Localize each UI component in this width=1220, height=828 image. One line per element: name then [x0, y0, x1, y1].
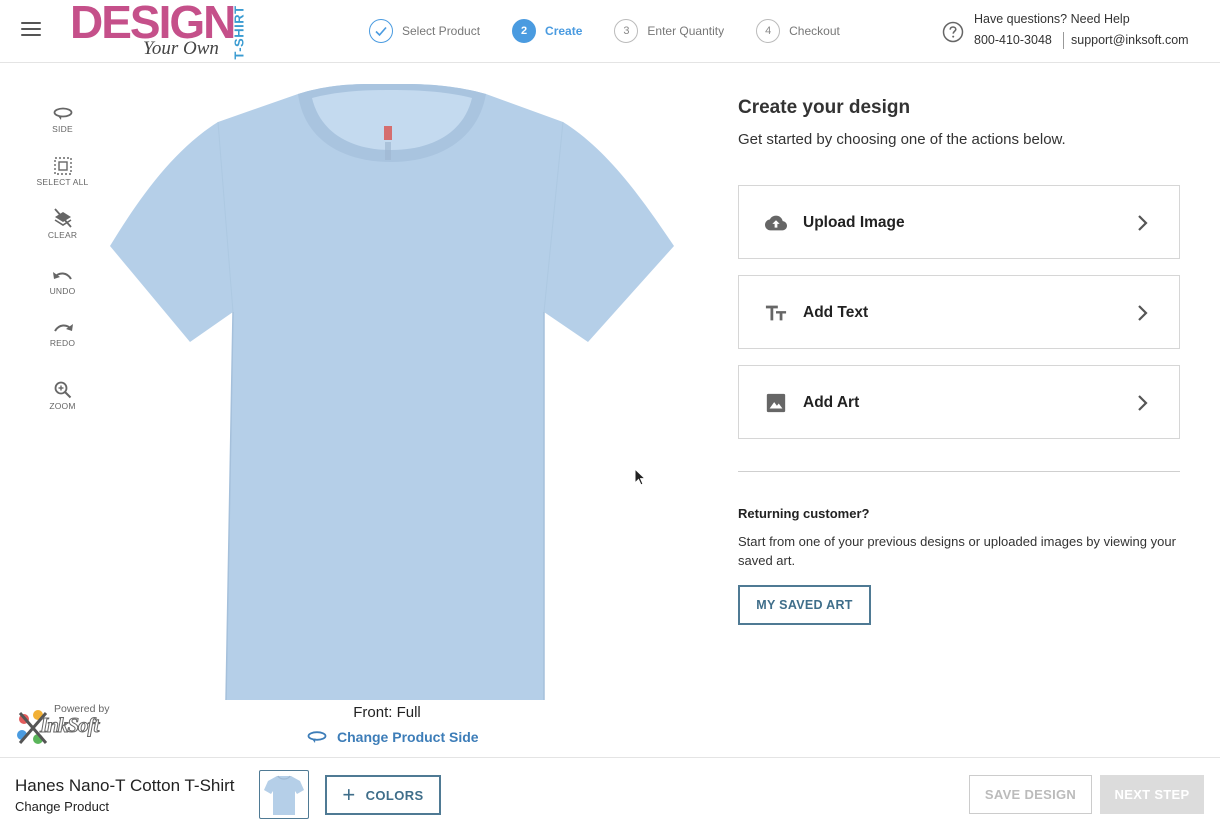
- tool-label: ZOOM: [49, 401, 76, 411]
- step-label: Enter Quantity: [647, 24, 725, 38]
- tool-label: UNDO: [49, 286, 76, 296]
- divider: [1063, 32, 1064, 49]
- image-icon: [766, 393, 786, 413]
- change-product-side-link[interactable]: Change Product Side: [306, 729, 479, 745]
- help-email[interactable]: support@inksoft.com: [1071, 33, 1189, 47]
- redo-icon: [53, 324, 73, 332]
- step-create[interactable]: 2 Create: [512, 19, 582, 43]
- upload-cloud-icon: [765, 215, 787, 231]
- side-tool-button[interactable]: SIDE: [30, 106, 95, 134]
- step-label: Select Product: [402, 24, 481, 38]
- step-number: 2: [512, 19, 537, 43]
- select-all-tool-button[interactable]: SELECT ALL: [30, 157, 95, 187]
- my-saved-art-button[interactable]: MY SAVED ART: [738, 585, 871, 625]
- step-number: 3: [614, 19, 639, 43]
- redo-tool-button[interactable]: REDO: [30, 322, 95, 348]
- product-side-label: Front: Full: [353, 704, 421, 721]
- clear-tool-button[interactable]: CLEAR: [30, 208, 95, 240]
- footer-bar: Hanes Nano-T Cotton T-Shirt Change Produ…: [0, 757, 1220, 828]
- step-label: Create: [545, 24, 583, 38]
- change-side-label: Change Product Side: [337, 729, 479, 745]
- action-label: Add Art: [803, 394, 860, 411]
- returning-customer-title: Returning customer?: [738, 506, 870, 521]
- tool-label: CLEAR: [47, 230, 78, 240]
- mouse-cursor-icon: [634, 468, 646, 486]
- help-icon[interactable]: [942, 21, 964, 43]
- check-icon: [369, 19, 393, 43]
- help-question: Have questions? Need Help: [974, 12, 1130, 26]
- plus-icon: +: [342, 782, 356, 807]
- product-name: Hanes Nano-T Cotton T-Shirt: [15, 776, 235, 795]
- colors-label: COLORS: [365, 787, 424, 803]
- panel-title: Create your design: [738, 97, 911, 118]
- progress-steps: Select Product 2 Create 3 Enter Quantity…: [369, 19, 872, 43]
- add-text-button[interactable]: Add Text: [738, 275, 1180, 349]
- help-contact: Have questions? Need Help 800-410-3048 s…: [942, 10, 1212, 54]
- product-thumbnail[interactable]: [259, 770, 309, 819]
- action-label: Upload Image: [803, 214, 905, 231]
- zoom-tool-button[interactable]: ZOOM: [30, 381, 95, 411]
- chevron-right-icon: [1138, 215, 1148, 231]
- create-panel: Create your design Get started by choosi…: [738, 97, 1180, 625]
- rotate-side-icon: [307, 731, 327, 743]
- returning-customer-text: Start from one of your previous designs …: [738, 534, 1176, 568]
- text-icon: [765, 305, 787, 321]
- logo[interactable]: DESIGN Your Own T-SHIRT: [70, 0, 250, 60]
- step-number: 4: [756, 19, 781, 43]
- menu-icon[interactable]: [21, 22, 41, 38]
- select-all-icon: [53, 157, 72, 175]
- step-select-product[interactable]: Select Product: [369, 19, 480, 43]
- step-label: Checkout: [789, 24, 840, 38]
- change-product-link[interactable]: Change Product: [15, 799, 109, 814]
- next-step-button[interactable]: NEXT STEP: [1100, 775, 1204, 814]
- colors-button[interactable]: + COLORS: [325, 775, 441, 815]
- save-design-button[interactable]: SAVE DESIGN: [969, 775, 1092, 814]
- add-art-button[interactable]: Add Art: [738, 365, 1180, 439]
- zoom-icon: [54, 381, 71, 399]
- undo-icon: [52, 272, 72, 280]
- chevron-right-icon: [1138, 395, 1148, 411]
- action-label: Add Text: [803, 304, 869, 321]
- tool-label: SIDE: [52, 124, 73, 134]
- help-phone[interactable]: 800-410-3048: [974, 33, 1052, 47]
- tool-label: REDO: [49, 338, 76, 348]
- powered-by-inksoft[interactable]: Powered by InkSoft: [14, 703, 124, 745]
- tshirt-thumbnail-image: [264, 775, 304, 815]
- divider: [738, 471, 1180, 472]
- logo-sub-text: Your Own: [143, 38, 219, 59]
- step-enter-quantity[interactable]: 3 Enter Quantity: [614, 19, 724, 43]
- tshirt-image: [110, 84, 674, 701]
- header: DESIGN Your Own T-SHIRT Select Product 2…: [0, 0, 1220, 63]
- step-checkout[interactable]: 4 Checkout: [756, 19, 840, 43]
- rotate-side-icon: [53, 107, 72, 120]
- inksoft-brand-text: InkSoft: [39, 713, 99, 738]
- logo-vertical-text: T-SHIRT: [231, 5, 247, 60]
- tool-label: SELECT ALL: [36, 177, 89, 187]
- panel-subtitle: Get started by choosing one of the actio…: [738, 131, 1066, 148]
- undo-tool-button[interactable]: UNDO: [30, 270, 95, 296]
- product-canvas[interactable]: [108, 80, 678, 705]
- clear-layers-icon: [53, 208, 72, 228]
- upload-image-button[interactable]: Upload Image: [738, 185, 1180, 259]
- chevron-right-icon: [1138, 305, 1148, 321]
